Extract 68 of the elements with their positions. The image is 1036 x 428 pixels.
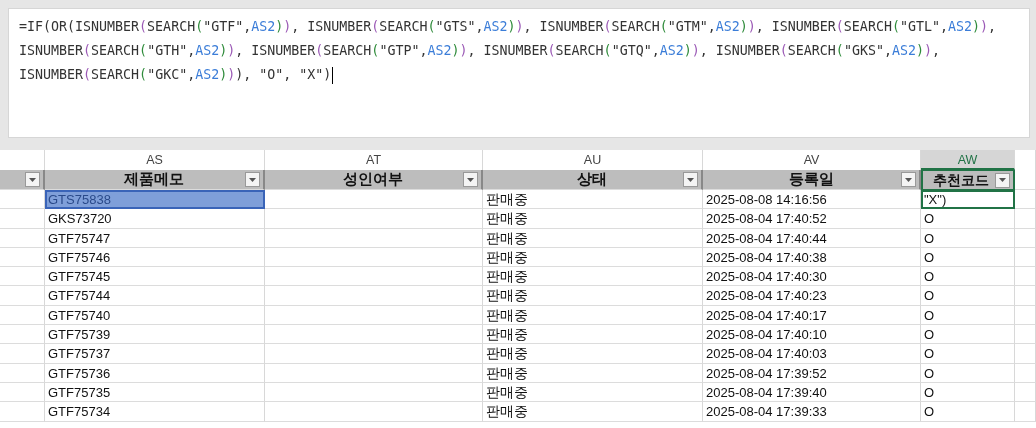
column-header: 등록일 [787,170,835,189]
table-cell: 판매중 [483,344,703,364]
table-cell: 2025-08-04 17:40:10 [703,325,921,345]
filter-button[interactable] [25,172,40,187]
table-cell: 판매중 [483,267,703,287]
table-cell: GTF75735 [45,382,265,403]
table-cell: 판매중 [483,402,703,422]
text-cursor [332,66,334,84]
table-cell: O [921,267,1015,287]
caret-icon [29,177,36,182]
filter-button[interactable] [463,172,478,187]
table-cell: GTF75740 [45,305,265,326]
table-cell: 판매중 [483,382,703,403]
table-cell: 판매중 [483,209,703,229]
table-cell: O [921,247,1015,268]
table-cell: GTF75739 [45,325,265,345]
filter-button[interactable] [683,172,698,187]
table-cell: O [921,402,1015,422]
caret-icon [905,177,912,182]
filter-button[interactable] [245,172,260,187]
table-cell: GTF75747 [45,228,265,248]
table-cell: 2025-08-04 17:39:33 [703,402,921,422]
column-header: 추천코드 [932,172,990,188]
column-header: 상태 [576,170,608,189]
table-cell: GKS73720 [45,209,265,229]
table-cell: "X") [921,190,1015,210]
table-cell: O [921,325,1015,345]
table-cell: 2025-08-04 17:40:23 [703,286,921,306]
table-cell: GTF75737 [45,344,265,364]
table-cell: 2025-08-04 17:40:17 [703,305,921,326]
column-header: 성인여부 [342,170,404,189]
table-cell: 2025-08-04 17:40:44 [703,228,921,248]
table-cell: 판매중 [483,363,703,383]
table-cell: 2025-08-04 17:40:30 [703,267,921,287]
table-cell: O [921,228,1015,248]
caret-icon [467,177,474,182]
table-cell: 2025-08-04 17:40:52 [703,209,921,229]
table-cell: 2025-08-04 17:39:40 [703,382,921,403]
table-cell: 판매중 [483,228,703,248]
table-cell: 2025-08-04 17:39:52 [703,363,921,383]
table-cell: 판매중 [483,325,703,345]
caret-icon [249,177,256,182]
table-cell: GTS75838 [45,190,265,210]
formula-field[interactable]: =IF(OR(ISNUMBER(SEARCH("GTF",AS2)), ISNUMBER(SEARCH("GTS",AS2)), ISNUMBER(SEARCH("GTM",AS2)), ISNUMBER(SEARCH("GTL",AS2)), ISNUMBER(SEARCH("GTH",AS2)), ISNUMBER(SEARCH("GTP",AS2)), ISNUMBER(SEARCH("GTQ",AS2)), ISNUMBER(SEARCH("GKS",AS2)), ISNUMBER(SEARCH("GKC",AS2))), "O", "X") [8,8,1030,138]
table-cell: 판매중 [483,247,703,268]
table-cell: 2025-08-04 17:40:03 [703,344,921,364]
table-cell: 판매중 [483,305,703,326]
table-cell: GTF75744 [45,286,265,306]
table-cell: GTF75746 [45,247,265,268]
column-header: 제품메모 [123,170,185,189]
table-cell: O [921,209,1015,229]
table-cell: 2025-08-08 14:16:56 [703,190,921,210]
table-cell: GTF75745 [45,267,265,287]
caret-icon [999,178,1006,182]
table-cell: O [921,382,1015,403]
table-cell: O [921,363,1015,383]
table-cell: O [921,344,1015,364]
table-cell: GTF75736 [45,363,265,383]
table-cell: GTF75734 [45,402,265,422]
filter-button[interactable] [995,172,1010,188]
table-cell: O [921,286,1015,306]
filter-button[interactable] [901,172,916,187]
column-letter[interactable]: AW [921,150,1015,170]
table-cell: 2025-08-04 17:40:38 [703,247,921,268]
caret-icon [687,177,694,182]
table-cell: 판매중 [483,286,703,306]
table-cell: 판매중 [483,190,703,210]
table-cell: O [921,305,1015,326]
